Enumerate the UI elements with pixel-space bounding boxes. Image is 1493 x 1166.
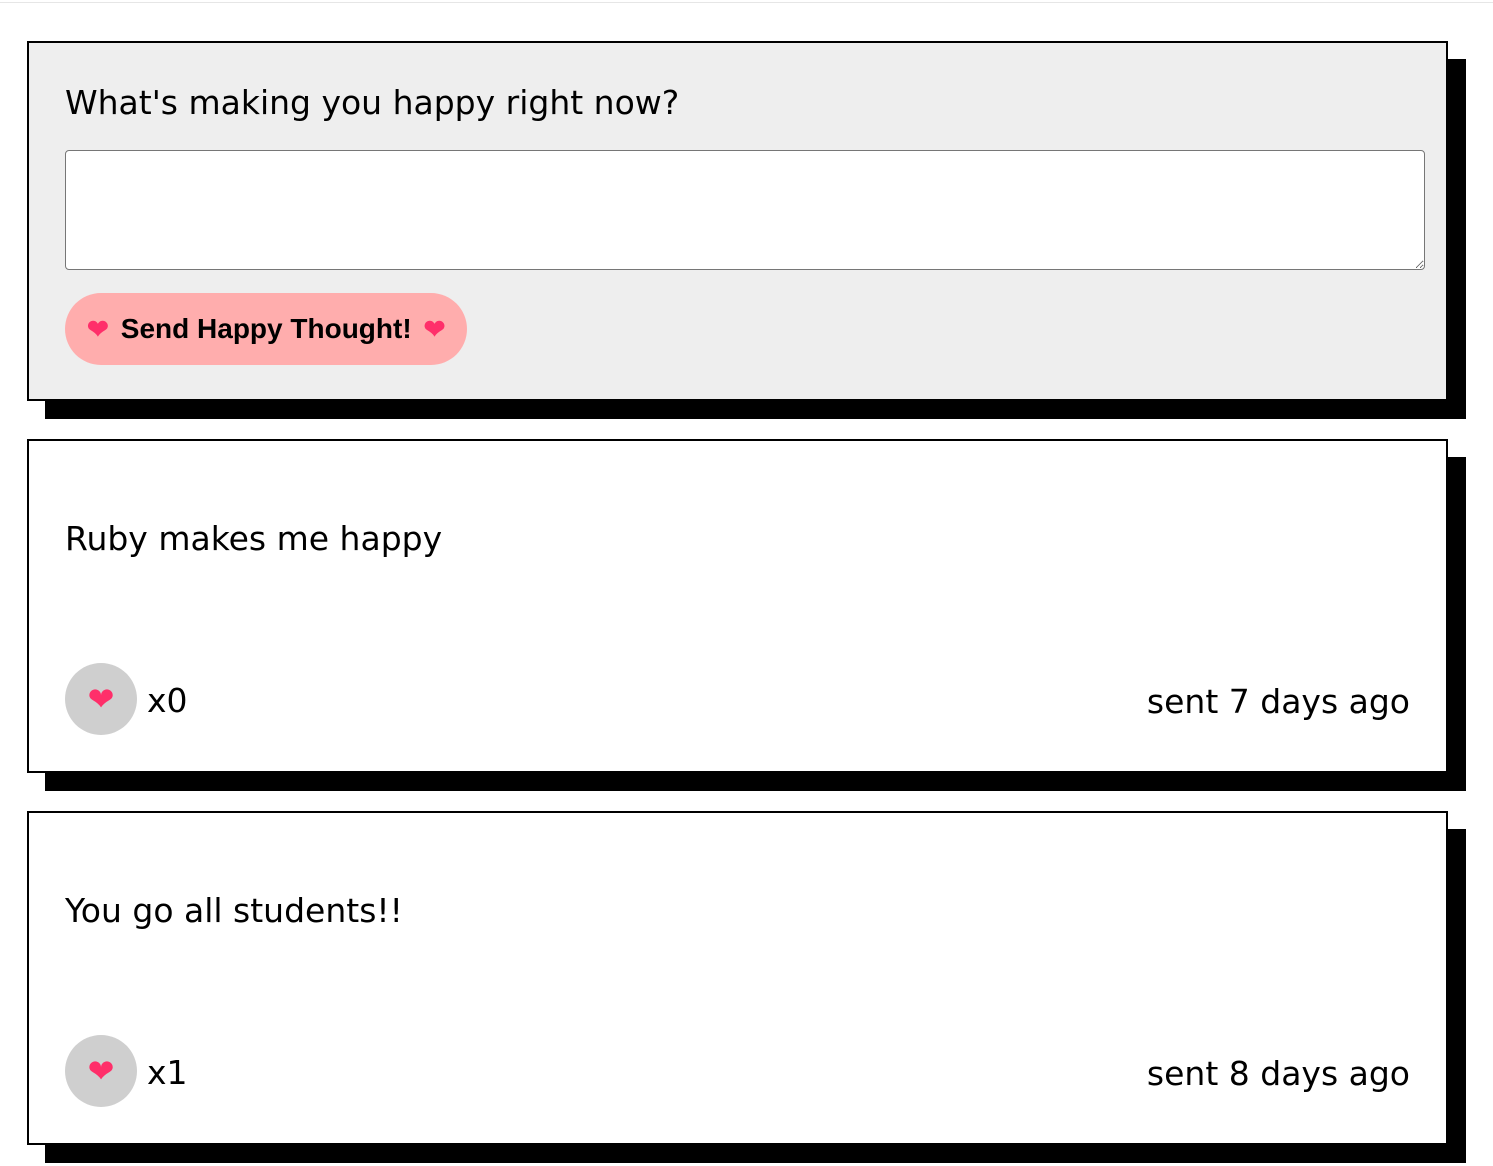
heart-icon: ❤ — [87, 1053, 115, 1089]
thought-input[interactable] — [65, 150, 1425, 270]
sent-timestamp: sent 7 days ago — [1146, 682, 1410, 721]
like-count: x1 — [147, 1053, 188, 1092]
send-thought-button[interactable]: ❤ Send Happy Thought! ❤ — [65, 293, 468, 365]
thought-message: Ruby makes me happy — [65, 519, 443, 558]
like-button[interactable]: ❤ — [65, 663, 137, 735]
form-prompt: What's making you happy right now? — [65, 83, 680, 122]
heart-icon: ❤ — [87, 681, 115, 717]
happy-thought-form: What's making you happy right now? ❤ Sen… — [27, 41, 1448, 401]
heart-icon: ❤ — [423, 314, 446, 344]
thought-message: You go all students!! — [65, 891, 403, 930]
sent-timestamp: sent 8 days ago — [1146, 1054, 1410, 1093]
top-divider — [0, 2, 1493, 3]
like-button[interactable]: ❤ — [65, 1035, 137, 1107]
thought-card: You go all students!! ❤ x1 sent 8 days a… — [27, 811, 1448, 1145]
heart-icon: ❤ — [87, 314, 109, 344]
thought-card: Ruby makes me happy ❤ x0 sent 7 days ago — [27, 439, 1448, 773]
send-button-label: Send Happy Thought! — [120, 313, 412, 344]
like-count: x0 — [147, 681, 188, 720]
